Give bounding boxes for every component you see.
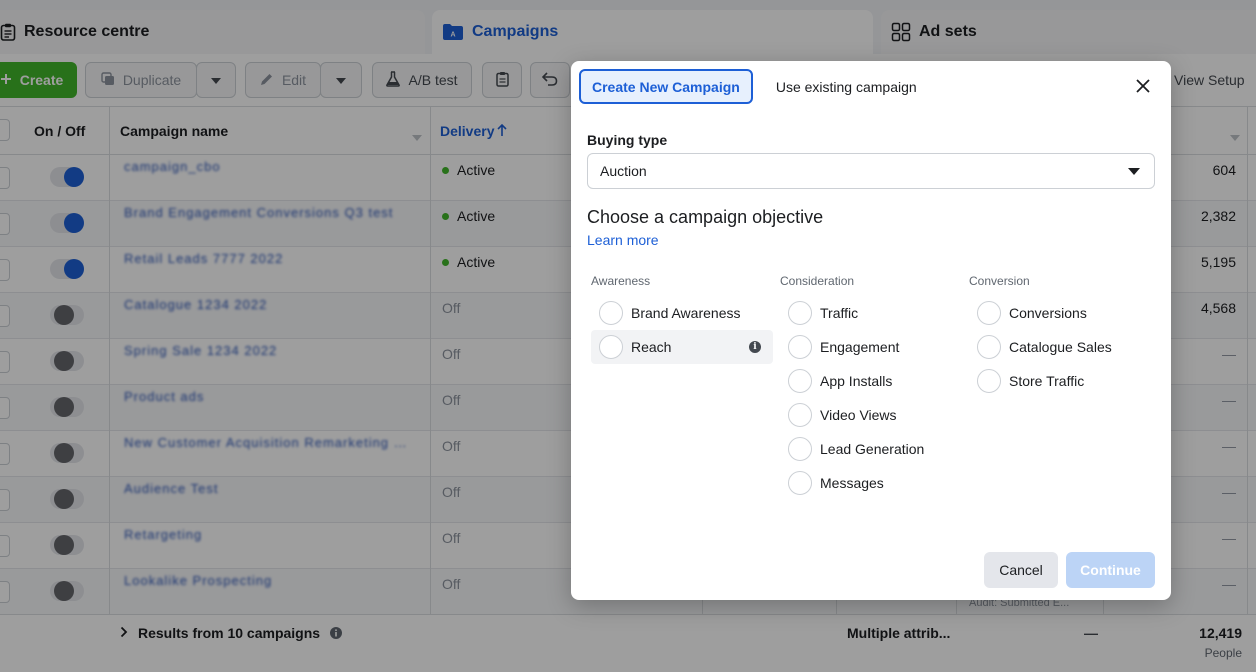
buying-type-value: Auction [600, 163, 647, 179]
cancel-button[interactable]: Cancel [984, 552, 1058, 588]
buying-type-label: Buying type [587, 132, 668, 148]
objective-label: Conversions [1009, 305, 1087, 321]
objective-option-lead-generation[interactable]: Lead Generation [780, 432, 962, 466]
objective-option-store-traffic[interactable]: Store Traffic [969, 364, 1151, 398]
objective-group-consideration: Consideration Traffic Engagement App Instal… [780, 274, 962, 500]
objective-label: Lead Generation [820, 441, 925, 457]
info-icon[interactable]: i [749, 341, 761, 353]
objective-label: Brand Awareness [631, 305, 741, 321]
objective-option-engagement[interactable]: Engagement [780, 330, 962, 364]
objective-label: Catalogue Sales [1009, 339, 1112, 355]
objective-label: Reach [631, 339, 672, 355]
tab-use-existing-campaign[interactable]: Use existing campaign [763, 69, 930, 104]
objective-option-traffic[interactable]: Traffic [780, 296, 962, 330]
continue-button[interactable]: Continue [1066, 552, 1155, 588]
objective-label: Store Traffic [1009, 373, 1085, 389]
radio-button[interactable] [977, 369, 1001, 393]
radio-button[interactable] [977, 335, 1001, 359]
caret-down-icon [1128, 168, 1140, 175]
radio-button[interactable] [599, 335, 623, 359]
objective-label: Video Views [820, 407, 897, 423]
close-button[interactable] [1133, 77, 1153, 97]
objective-group-header: Conversion [969, 274, 1030, 288]
objective-option-messages[interactable]: Messages [780, 466, 962, 500]
objective-option-catalogue-sales[interactable]: Catalogue Sales [969, 330, 1151, 364]
radio-button[interactable] [788, 335, 812, 359]
objective-group-conversion: Conversion Conversions Catalogue Sales Stor… [969, 274, 1151, 398]
objective-option-reach[interactable]: Reach i [591, 330, 773, 364]
objective-group-header: Awareness [591, 274, 651, 288]
objective-option-video-views[interactable]: Video Views [780, 398, 962, 432]
objective-label: Traffic [820, 305, 859, 321]
buying-type-select[interactable]: Auction [587, 153, 1155, 189]
objective-option-brand-awareness[interactable]: Brand Awareness [591, 296, 773, 330]
radio-button[interactable] [977, 301, 1001, 325]
dialog-tabs: Create New Campaign Use existing campaig… [579, 69, 930, 104]
radio-button[interactable] [788, 403, 812, 427]
objective-label: App Installs [820, 373, 893, 389]
close-icon [1136, 78, 1150, 96]
radio-button[interactable] [788, 471, 812, 495]
objective-title: Choose a campaign objective [587, 207, 824, 227]
objective-label: Messages [820, 475, 884, 491]
radio-button[interactable] [599, 301, 623, 325]
radio-button[interactable] [788, 301, 812, 325]
objective-label: Engagement [820, 339, 900, 355]
objective-group-awareness: Awareness Brand Awareness Reach i [591, 274, 773, 364]
objective-group-header: Consideration [780, 274, 855, 288]
tab-create-new-campaign[interactable]: Create New Campaign [579, 69, 753, 104]
radio-button[interactable] [788, 369, 812, 393]
objective-option-app-installs[interactable]: App Installs [780, 364, 962, 398]
radio-button[interactable] [788, 437, 812, 461]
create-campaign-dialog: Create New Campaign Use existing campaig… [571, 61, 1171, 600]
learn-more-link[interactable]: Learn more [587, 232, 659, 248]
objective-option-conversions[interactable]: Conversions [969, 296, 1151, 330]
